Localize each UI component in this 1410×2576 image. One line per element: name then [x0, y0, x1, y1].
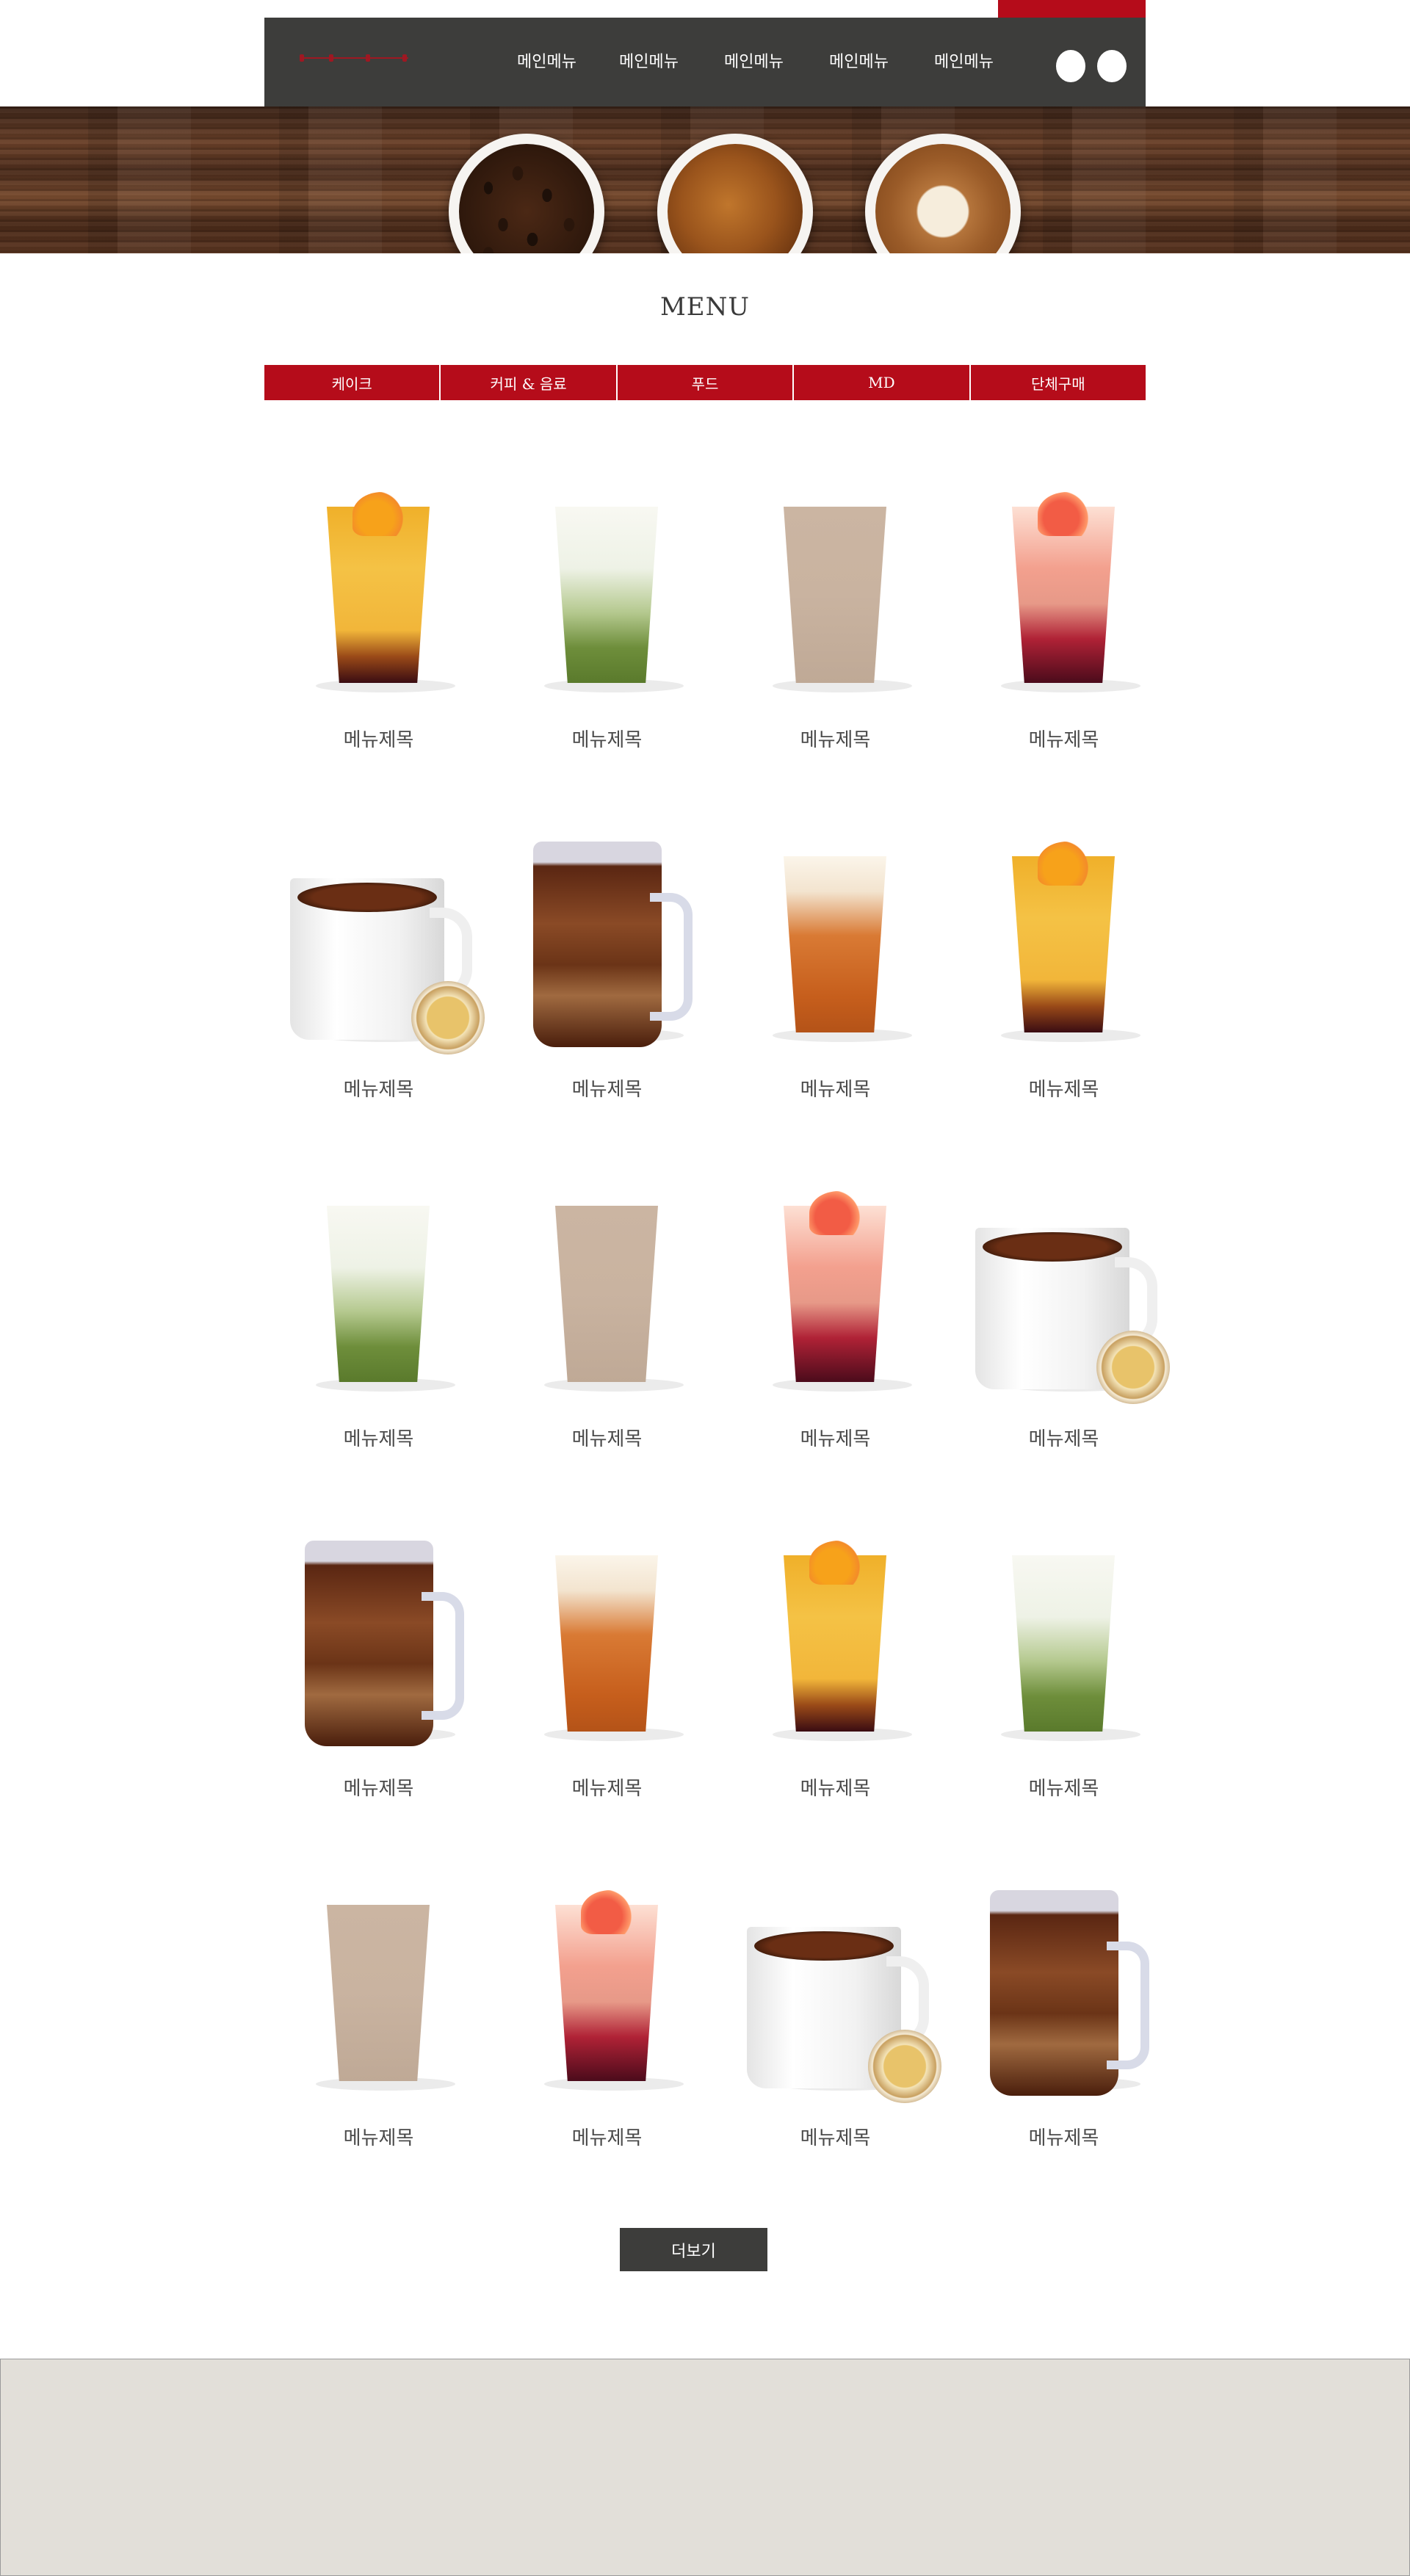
product-image[interactable]: [721, 1169, 950, 1411]
site-footer: [0, 2359, 1410, 2576]
user-icon[interactable]: [1097, 50, 1127, 82]
product-title[interactable]: 메뉴제목: [264, 2123, 493, 2150]
product-image[interactable]: [721, 470, 950, 712]
tab-food[interactable]: 푸드: [617, 365, 795, 400]
tab-coffee-drinks[interactable]: 커피 & 음료: [441, 365, 618, 400]
product-title[interactable]: 메뉴제목: [950, 725, 1178, 752]
product-title[interactable]: 메뉴제목: [950, 1773, 1178, 1801]
brand-logo[interactable]: [300, 53, 408, 63]
product-title[interactable]: 메뉴제목: [721, 2123, 950, 2150]
product-card[interactable]: 메뉴제목: [264, 1169, 493, 1463]
product-image[interactable]: [721, 1519, 950, 1761]
product-title[interactable]: 메뉴제목: [264, 1424, 493, 1451]
product-title[interactable]: 메뉴제목: [493, 725, 721, 752]
product-card[interactable]: 메뉴제목: [950, 820, 1178, 1113]
nav-item-3[interactable]: 메인메뉴: [701, 48, 806, 72]
page-title: MENU: [659, 292, 751, 322]
product-image[interactable]: [721, 1868, 950, 2110]
product-image[interactable]: [950, 1169, 1178, 1411]
product-image[interactable]: [493, 1868, 721, 2110]
product-card[interactable]: 메뉴제목: [493, 820, 721, 1113]
nav-item-5[interactable]: 메인메뉴: [911, 48, 1016, 72]
product-title[interactable]: 메뉴제목: [493, 2123, 721, 2150]
main-nav: 메인메뉴 메인메뉴 메인메뉴 메인메뉴 메인메뉴: [507, 48, 1016, 72]
product-image[interactable]: [950, 470, 1178, 712]
product-title[interactable]: 메뉴제목: [493, 1773, 721, 1801]
product-card[interactable]: 메뉴제목: [950, 470, 1178, 764]
product-card[interactable]: 메뉴제목: [950, 1868, 1178, 2162]
nav-item-2[interactable]: 메인메뉴: [596, 48, 701, 72]
product-title[interactable]: 메뉴제목: [950, 1074, 1178, 1101]
product-card[interactable]: 메뉴제목: [493, 1519, 721, 1812]
tab-md[interactable]: MD: [794, 365, 971, 400]
tab-cake[interactable]: 케이크: [264, 365, 441, 400]
product-image[interactable]: [493, 820, 721, 1062]
nav-item-4[interactable]: 메인메뉴: [806, 48, 911, 72]
espresso-cup-image: [657, 134, 813, 253]
load-more-button[interactable]: 더보기: [620, 2228, 767, 2271]
latte-cup-image: [865, 134, 1021, 253]
product-title[interactable]: 메뉴제목: [721, 725, 950, 752]
product-image[interactable]: [950, 820, 1178, 1062]
product-card[interactable]: 메뉴제목: [493, 1868, 721, 2162]
search-icon[interactable]: [1056, 50, 1085, 82]
nav-item-1[interactable]: 메인메뉴: [507, 48, 596, 72]
product-image[interactable]: [950, 1519, 1178, 1761]
product-title[interactable]: 메뉴제목: [493, 1074, 721, 1101]
product-image[interactable]: [493, 470, 721, 712]
product-card[interactable]: 메뉴제목: [721, 470, 950, 764]
product-image[interactable]: [264, 1868, 493, 2110]
product-card[interactable]: 메뉴제목: [721, 1519, 950, 1812]
product-card[interactable]: 메뉴제목: [264, 470, 493, 764]
category-tabs: 케이크 커피 & 음료 푸드 MD 단체구매: [264, 365, 1146, 400]
product-card[interactable]: 메뉴제목: [493, 1169, 721, 1463]
tab-group-purchase[interactable]: 단체구매: [970, 365, 1146, 400]
product-image[interactable]: [493, 1519, 721, 1761]
product-title[interactable]: 메뉴제목: [721, 1074, 950, 1101]
product-title[interactable]: 메뉴제목: [721, 1424, 950, 1451]
product-card[interactable]: 메뉴제목: [721, 1169, 950, 1463]
product-image[interactable]: [264, 1519, 493, 1761]
product-title[interactable]: 메뉴제목: [264, 1074, 493, 1101]
product-image[interactable]: [950, 1868, 1178, 2110]
product-card[interactable]: 메뉴제목: [721, 1868, 950, 2162]
product-image[interactable]: [264, 470, 493, 712]
coffee-beans-cup-image: [449, 134, 604, 253]
hero-banner: [0, 106, 1410, 253]
product-card[interactable]: 메뉴제목: [264, 1519, 493, 1812]
product-title[interactable]: 메뉴제목: [264, 1773, 493, 1801]
product-card[interactable]: 메뉴제목: [264, 820, 493, 1113]
product-image[interactable]: [264, 1169, 493, 1411]
product-card[interactable]: 메뉴제목: [264, 1868, 493, 2162]
product-card[interactable]: 메뉴제목: [950, 1519, 1178, 1812]
product-image[interactable]: [721, 820, 950, 1062]
header-accent-bar: [998, 0, 1146, 18]
product-card[interactable]: 메뉴제목: [721, 820, 950, 1113]
product-card[interactable]: 메뉴제목: [950, 1169, 1178, 1463]
product-card[interactable]: 메뉴제목: [493, 470, 721, 764]
product-title[interactable]: 메뉴제목: [264, 725, 493, 752]
product-title[interactable]: 메뉴제목: [950, 1424, 1178, 1451]
product-image[interactable]: [264, 820, 493, 1062]
product-title[interactable]: 메뉴제목: [721, 1773, 950, 1801]
product-title[interactable]: 메뉴제목: [950, 2123, 1178, 2150]
product-image[interactable]: [493, 1169, 721, 1411]
product-title[interactable]: 메뉴제목: [493, 1424, 721, 1451]
